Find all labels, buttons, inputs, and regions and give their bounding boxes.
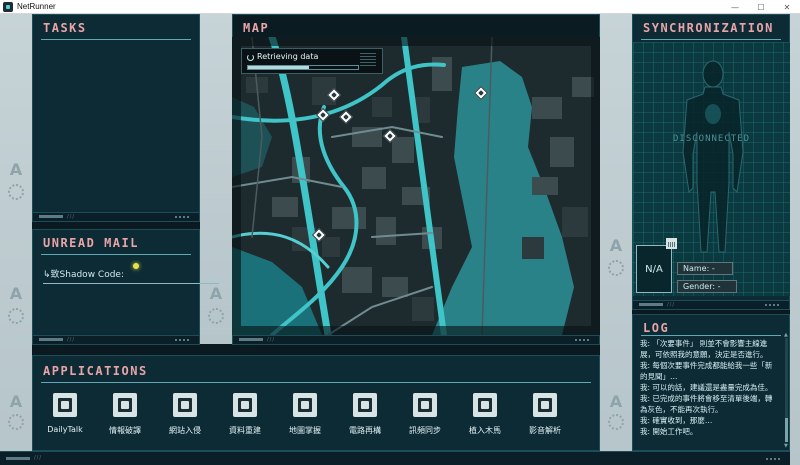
applications-divider — [41, 382, 591, 383]
app-dailytalk[interactable]: DailyTalk — [34, 393, 96, 441]
city-map[interactable] — [232, 37, 600, 335]
app-circuit-rebuild[interactable]: 電路再構 — [334, 393, 396, 441]
loading-progress-bar — [247, 65, 359, 70]
app-media-analysis[interactable]: 影音解析 — [514, 393, 576, 441]
close-button[interactable]: ✕ — [774, 0, 800, 14]
log-scroll-thumb[interactable] — [785, 418, 788, 442]
emblem-a-icon: A — [209, 284, 223, 303]
emblem-a-icon: A — [9, 284, 23, 303]
window-titlebar: NetRunner — ☐ ✕ — [0, 0, 800, 14]
loading-decor — [360, 53, 376, 67]
scroll-up-icon[interactable]: ▲ — [784, 332, 788, 338]
log-line: 我: 開始工作吧。 — [640, 427, 698, 436]
sync-footer: /// — [633, 300, 789, 309]
mail-item[interactable]: ↳致Shadow Code: — [43, 267, 124, 280]
app-logo-icon — [3, 1, 13, 12]
app-data-rebuild[interactable]: 資料重建 — [214, 393, 276, 441]
log-line: 我: 已完成的事件將會移至清單後端，轉為灰色，不能再次執行。 — [640, 394, 773, 414]
app-label: 地圖掌握 — [289, 426, 321, 435]
mail-panel: UNREAD MAIL ↳致Shadow Code: /// — [32, 229, 219, 345]
applications-title: APPLICATIONS — [43, 364, 148, 378]
avatar-box: N/A — [636, 245, 672, 293]
virus-icon — [473, 393, 497, 417]
app-signal-sync[interactable]: 訊頻同步 — [394, 393, 456, 441]
gear-emblem-icon — [8, 414, 24, 430]
emblem-a-icon: A — [9, 160, 23, 179]
gear-emblem-icon — [8, 184, 24, 200]
gear-emblem-icon — [8, 308, 24, 324]
minimize-button[interactable]: — — [722, 0, 748, 14]
gear-emblem-icon — [608, 414, 624, 430]
database-gear-icon — [233, 393, 257, 417]
log-scrollbar[interactable] — [785, 338, 788, 442]
right-decor-strip — [790, 14, 800, 465]
log-line: 我: 每個次要事件完成都能給我一些「新的見聞」… — [640, 361, 773, 381]
loading-text: Retrieving data — [257, 52, 319, 61]
mail-title: UNREAD MAIL — [43, 236, 139, 250]
app-site-intrusion[interactable]: 網站入侵 — [154, 393, 216, 441]
mid-left-decor-strip: A — [200, 14, 232, 344]
tasks-divider — [41, 39, 191, 40]
circuit-icon — [353, 393, 377, 417]
mid-right-decor-strip: A A — [600, 14, 632, 465]
mail-divider — [41, 254, 191, 255]
shield-icon — [173, 393, 197, 417]
app-intel-decrypt[interactable]: 情報破譯 — [94, 393, 156, 441]
waveform-icon — [413, 393, 437, 417]
maximize-button[interactable]: ☐ — [748, 0, 774, 14]
map-pin-icon — [293, 393, 317, 417]
sync-status: DISCONNECTED — [672, 134, 751, 144]
emblem-a-icon: A — [609, 236, 623, 255]
document-search-icon — [113, 393, 137, 417]
app-label: 資料重建 — [229, 426, 261, 435]
loading-spinner-icon — [247, 54, 254, 61]
sync-divider — [641, 39, 781, 40]
log-line: 我: 「次要事件」 則並不會影響主線進展，可依照我的意願，決定是否進行。 — [640, 339, 768, 359]
bottom-footer: /// — [0, 451, 790, 465]
tasks-title: TASKS — [43, 21, 87, 35]
log-divider — [641, 335, 781, 336]
app-label: 影音解析 — [529, 426, 561, 435]
signal-icon — [666, 238, 677, 249]
loading-progress-fill — [248, 66, 309, 69]
map-title: MAP — [243, 21, 270, 35]
mouse-cursor — [133, 263, 139, 269]
app-label: 電路再構 — [349, 426, 381, 435]
log-content: 我: 「次要事件」 則並不會影響主線進展，可依照我的意願，決定是否進行。 我: … — [640, 338, 778, 437]
app-trojan-implant[interactable]: 植入木馬 — [454, 393, 516, 441]
log-line: 我: 可以的話，建議還是盡量完成為佳。 — [640, 383, 773, 392]
scroll-down-icon[interactable]: ▼ — [784, 443, 788, 449]
left-decor-strip: A A A — [0, 14, 32, 465]
gear-emblem-icon — [208, 308, 224, 324]
sync-title: SYNCHRONIZATION — [643, 21, 774, 35]
window-controls: — ☐ ✕ — [722, 0, 800, 14]
frame-icon — [533, 393, 557, 417]
app-label: 情報破譯 — [109, 426, 141, 435]
map-footer: /// — [233, 335, 599, 344]
chat-icon — [53, 393, 77, 417]
app-label: 訊頻同步 — [409, 426, 441, 435]
app-map-control[interactable]: 地圖掌握 — [274, 393, 336, 441]
app-label: 植入木馬 — [469, 426, 501, 435]
log-title: LOG — [643, 321, 670, 335]
log-line: 我: 確實收到，那麼… — [640, 416, 713, 425]
tasks-footer: /// — [33, 212, 199, 221]
name-field: Name: - — [677, 262, 733, 275]
app-label: DailyTalk — [47, 425, 83, 434]
gear-emblem-icon — [608, 260, 624, 276]
mail-item-underline — [43, 283, 219, 284]
window-title: NetRunner — [17, 2, 56, 11]
mail-footer: /// — [33, 335, 199, 344]
loading-indicator: Retrieving data — [241, 48, 383, 74]
emblem-a-icon: A — [609, 392, 623, 411]
tasks-panel: TASKS /// — [32, 14, 200, 222]
emblem-a-icon: A — [9, 392, 23, 411]
gender-field: Gender: - — [677, 280, 737, 293]
app-label: 網站入侵 — [169, 426, 201, 435]
